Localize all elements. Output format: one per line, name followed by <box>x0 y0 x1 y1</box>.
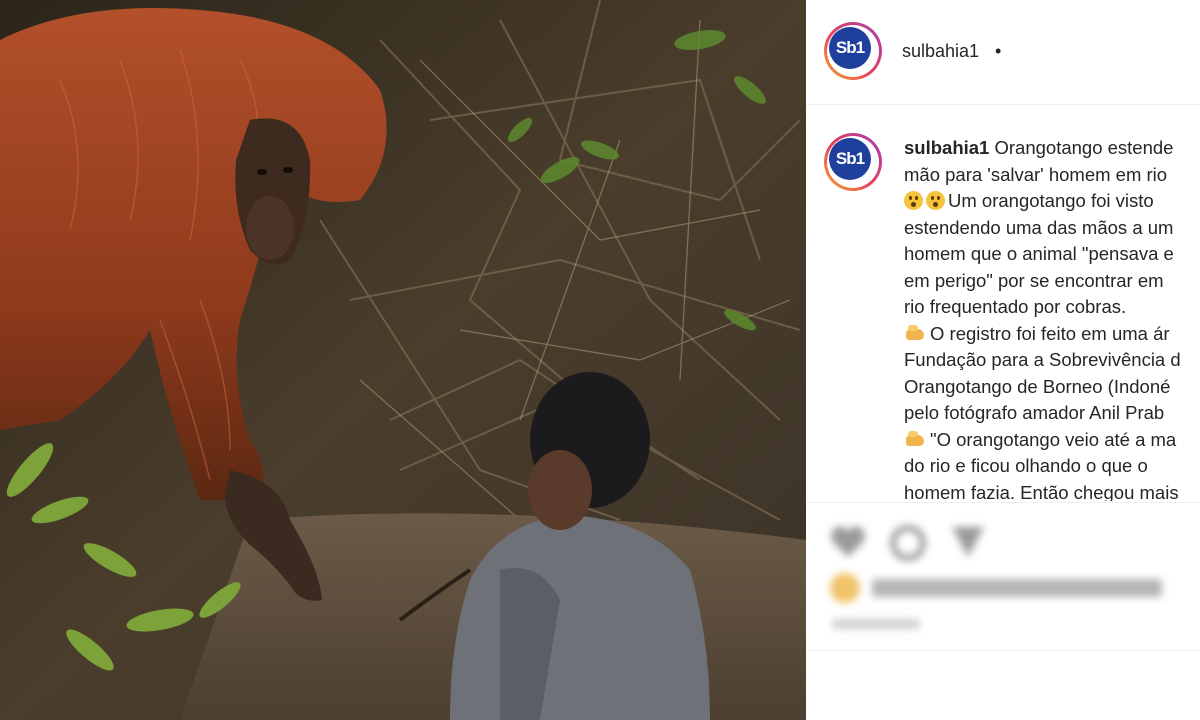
writing-hand-emoji-icon <box>904 324 928 343</box>
post-side-panel: Sb1 sulbahia1 • Sb1 sulbahia1 Orangotang… <box>806 0 1200 720</box>
comment-box-area <box>806 650 1200 720</box>
caption-avatar[interactable]: Sb1 <box>824 133 882 191</box>
pointing-hand-emoji-icon <box>904 430 928 449</box>
astonished-face-emoji-icon <box>926 191 945 210</box>
avatar-logo: Sb1 <box>829 138 871 180</box>
caption-area: Sb1 sulbahia1 Orangotango estende mão pa… <box>806 105 1200 501</box>
orangutan-photo-illustration <box>0 0 806 720</box>
caption-line: homem fazia. Então chegou mais <box>904 481 1179 502</box>
caption-line: do rio e ficou olhando o que o <box>904 455 1148 476</box>
caption-line: mão para 'salvar' homem em rio <box>904 163 1168 185</box>
caption-line: "O orangotango veio até a ma <box>930 428 1177 450</box>
caption-line: rio frequentado por cobras. <box>904 296 1127 317</box>
caption-line: Fundação para a Sobrevivência d <box>904 349 1181 370</box>
liked-by-text[interactable] <box>872 579 1162 597</box>
astonished-face-emoji-icon <box>904 191 923 210</box>
post-photo[interactable] <box>0 0 806 720</box>
caption-line: estendendo uma das mãos a um <box>904 216 1174 238</box>
profile-avatar[interactable]: Sb1 <box>824 22 882 80</box>
caption-line: homem que o animal "pensava e <box>904 243 1174 264</box>
liked-by-avatar[interactable] <box>830 573 860 603</box>
post-header: Sb1 sulbahia1 • <box>806 0 1200 105</box>
caption-line: Orangotango de Borneo (Indoné <box>904 375 1171 397</box>
caption-line: Um orangotango foi visto <box>948 190 1154 211</box>
caption-line: Orangotango estende <box>994 137 1174 158</box>
caption-line: em perigo" por se encontrar em <box>904 269 1164 291</box>
caption-text: sulbahia1 Orangotango estende mão para '… <box>904 135 1200 501</box>
header-username-link[interactable]: sulbahia1 <box>902 41 979 62</box>
post-timestamp <box>832 619 920 629</box>
comment-icon[interactable] <box>888 523 928 563</box>
caption-line: O registro foi feito em uma ár <box>930 322 1170 344</box>
caption-line: pelo fotógrafo amador Anil Prab <box>904 402 1165 423</box>
header-separator-dot: • <box>995 41 1002 61</box>
avatar-logo: Sb1 <box>829 27 871 69</box>
caption-username-link[interactable]: sulbahia1 <box>904 137 989 158</box>
heart-icon[interactable] <box>828 523 868 561</box>
post-actions <box>806 502 1200 651</box>
share-icon[interactable] <box>948 521 988 561</box>
